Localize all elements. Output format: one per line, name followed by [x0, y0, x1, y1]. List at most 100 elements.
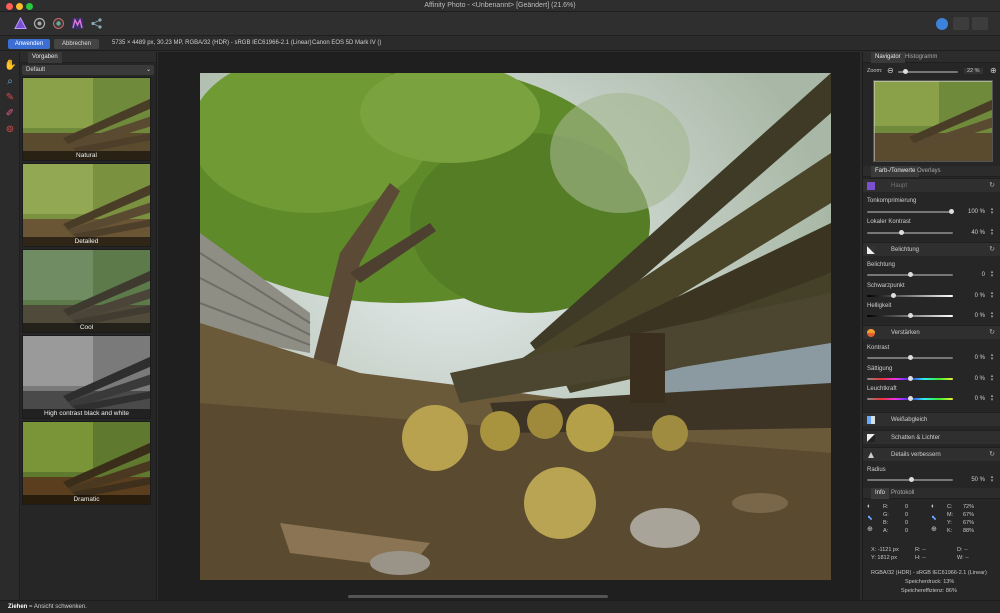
- vibrance-control: 0 % ▴ ▾: [867, 393, 997, 405]
- tab-overlays[interactable]: Overlays: [913, 166, 945, 177]
- tab-navigator[interactable]: Navigator: [871, 52, 905, 63]
- crosshair-icon[interactable]: ⊕: [931, 525, 937, 533]
- reset-icon[interactable]: ↻: [989, 179, 995, 193]
- zoom-in-icon[interactable]: ⊕: [990, 66, 997, 75]
- split-view-icon[interactable]: [972, 17, 988, 30]
- stepper-icon[interactable]: ▴ ▾: [989, 311, 995, 320]
- stepper-icon[interactable]: ▴ ▾: [989, 353, 995, 362]
- info-y-label: Y:: [947, 520, 952, 526]
- stepper-icon[interactable]: ▴ ▾: [989, 228, 995, 237]
- brush-tool-icon[interactable]: ✎: [4, 92, 16, 104]
- tab-histogram[interactable]: Histogramm: [901, 52, 941, 63]
- info-r-label: R:: [883, 504, 889, 510]
- local-contrast-value[interactable]: 40 %: [971, 227, 985, 239]
- presets-tabs: Vorgaben: [20, 52, 156, 63]
- color-picker-icon[interactable]: ◐: [931, 503, 935, 510]
- reset-icon[interactable]: ↻: [989, 243, 995, 257]
- info-x-coordinate: X: -1121 px: [871, 547, 899, 553]
- info-y-value: 67%: [963, 520, 975, 526]
- cancel-button[interactable]: Abbrechen: [54, 39, 99, 49]
- pointer-icon[interactable]: ⬉: [931, 514, 937, 522]
- erase-brush-icon[interactable]: ✐: [4, 108, 16, 120]
- white-balance-section-label: Weißabgleich: [891, 417, 928, 423]
- preset-thumbnail-image: [23, 336, 150, 418]
- horizontal-scrollbar[interactable]: [348, 595, 608, 598]
- info-k-label: K:: [947, 528, 953, 534]
- vibrance-value[interactable]: 0 %: [975, 393, 985, 405]
- memory-efficiency: Speichereffizienz: 86%: [901, 588, 957, 594]
- tone-mapping-persona-icon[interactable]: [71, 17, 84, 30]
- view-mode-icon[interactable]: [953, 17, 969, 30]
- radius-slider[interactable]: [867, 477, 953, 482]
- shadows-highlights-icon: [867, 434, 875, 442]
- stepper-icon[interactable]: ▴ ▾: [989, 207, 995, 216]
- stepper-icon[interactable]: ▴ ▾: [989, 374, 995, 383]
- brightness-value[interactable]: 0 %: [975, 310, 985, 322]
- vibrance-slider[interactable]: [867, 396, 953, 401]
- preset-thumbnail[interactable]: High contrast black and white: [22, 335, 151, 419]
- navigator-preview[interactable]: [873, 80, 993, 162]
- clone-tool-icon[interactable]: ⊚: [4, 124, 16, 136]
- preset-thumbnail-image: [23, 422, 150, 504]
- zoom-tool-icon[interactable]: ⌕: [4, 76, 16, 88]
- main-toolbar: [0, 12, 1000, 36]
- preset-category-select[interactable]: Default ⌄: [22, 65, 154, 75]
- tone-section-header[interactable]: Haupt ↻: [863, 178, 1000, 192]
- info-y-coordinate: Y: 1812 px: [871, 555, 897, 561]
- stepper-icon[interactable]: ▴ ▾: [989, 270, 995, 279]
- export-persona-icon[interactable]: [90, 17, 103, 30]
- assistant-icon[interactable]: [936, 18, 948, 30]
- reset-icon[interactable]: ↻: [989, 448, 995, 462]
- photo-persona-icon[interactable]: [14, 17, 27, 30]
- apply-button[interactable]: Anwenden: [8, 39, 50, 49]
- preset-category-value: Default: [26, 67, 46, 73]
- document-image[interactable]: [200, 73, 831, 580]
- exposure-icon: [867, 246, 875, 254]
- enhance-section-label: Verstärken: [891, 330, 920, 336]
- liquify-persona-icon[interactable]: [33, 17, 46, 30]
- info-r-dash: R: --: [915, 547, 926, 553]
- info-tabs: Info Protokoll: [863, 488, 1000, 499]
- black-point-slider[interactable]: [867, 293, 953, 298]
- detail-section-header[interactable]: Details verbessern ↻: [863, 447, 1000, 461]
- info-b-label: B:: [883, 520, 889, 526]
- tone-compression-slider[interactable]: [867, 209, 954, 214]
- exposure-slider[interactable]: [867, 272, 953, 277]
- stepper-icon[interactable]: ▴ ▾: [989, 394, 995, 403]
- info-c-label: C:: [947, 504, 953, 510]
- context-toolbar: Anwenden Abbrechen 5735 × 4489 px, 30.23…: [0, 37, 1000, 51]
- preset-thumbnail[interactable]: Detailed: [22, 163, 151, 247]
- exposure-section-header[interactable]: Belichtung ↻: [863, 242, 1000, 256]
- crosshair-icon[interactable]: ⊕: [867, 525, 873, 533]
- enhance-section-header[interactable]: Verstärken ↻: [863, 325, 1000, 339]
- preset-label: Natural: [23, 151, 150, 160]
- canvas-area[interactable]: [158, 52, 860, 600]
- preset-thumbnail[interactable]: Natural: [22, 77, 151, 161]
- contrast-slider[interactable]: [867, 355, 953, 360]
- radius-value[interactable]: 50 %: [971, 474, 985, 486]
- local-contrast-slider[interactable]: [867, 230, 953, 235]
- chevron-down-icon: ⌄: [145, 67, 151, 73]
- detail-icon: [868, 452, 874, 458]
- tab-presets[interactable]: Vorgaben: [28, 52, 62, 63]
- preset-thumbnail[interactable]: Cool: [22, 249, 151, 333]
- pointer-icon[interactable]: ⬉: [867, 514, 873, 522]
- zoom-slider[interactable]: [898, 69, 958, 74]
- brightness-slider[interactable]: [867, 313, 953, 318]
- saturation-slider[interactable]: [867, 376, 953, 381]
- preset-label: High contrast black and white: [23, 409, 150, 418]
- preset-thumbnail[interactable]: Dramatic: [22, 421, 151, 505]
- shadows-highlights-section-header[interactable]: Schatten & Lichter: [863, 430, 1000, 444]
- develop-persona-icon[interactable]: [52, 17, 65, 30]
- stepper-icon[interactable]: ▴ ▾: [989, 291, 995, 300]
- tab-protocol[interactable]: Protokoll: [887, 488, 918, 499]
- zoom-out-icon[interactable]: ⊖: [887, 66, 894, 75]
- hand-tool-icon[interactable]: ✋: [4, 60, 16, 72]
- tone-mapping-icon: [867, 182, 875, 190]
- color-picker-icon[interactable]: ◐: [867, 503, 871, 510]
- reset-icon[interactable]: ↻: [989, 326, 995, 340]
- zoom-label: Zoom:: [867, 68, 883, 74]
- zoom-value[interactable]: 22 %: [964, 68, 983, 74]
- white-balance-section-header[interactable]: Weißabgleich: [863, 412, 1000, 426]
- stepper-icon[interactable]: ▴ ▾: [989, 475, 995, 484]
